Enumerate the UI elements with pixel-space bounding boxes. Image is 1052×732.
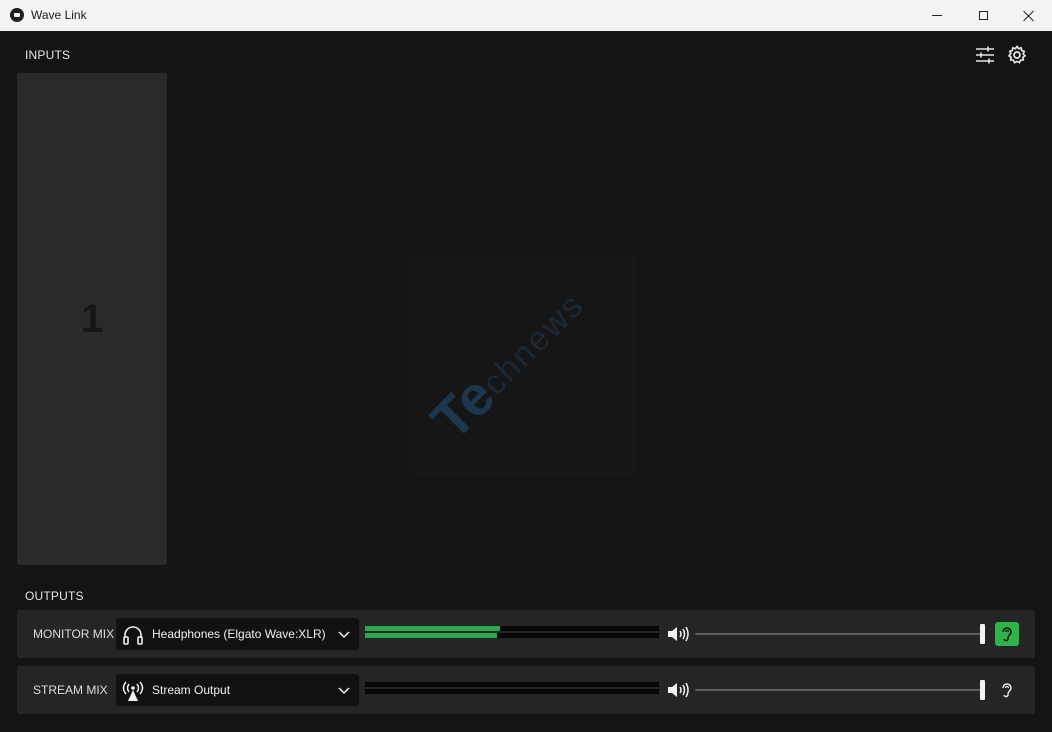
- wave-link-logo-icon: [10, 8, 24, 22]
- monitor-volume-track[interactable]: [695, 633, 985, 635]
- monitor-device-dropdown[interactable]: Headphones (Elgato Wave:XLR): [116, 618, 359, 650]
- stream-listen-toggle[interactable]: [995, 678, 1019, 702]
- stream-volume-track[interactable]: [695, 689, 985, 691]
- monitor-meter-right-fill: [365, 633, 498, 638]
- monitor-mix-row: MONITOR MIX Headphones (Elgato Wave:XLR): [17, 610, 1035, 658]
- speaker-volume-icon[interactable]: [666, 680, 690, 700]
- monitor-meter-left: [365, 626, 659, 631]
- gear-icon[interactable]: [1006, 44, 1028, 66]
- close-button[interactable]: [1006, 0, 1052, 31]
- stream-device-dropdown[interactable]: Stream Output: [116, 674, 359, 706]
- inputs-heading: INPUTS: [25, 48, 71, 62]
- stream-volume-thumb[interactable]: [980, 680, 985, 700]
- chevron-down-icon: [338, 631, 350, 639]
- stream-meter-right: [365, 689, 659, 694]
- monitor-listen-toggle[interactable]: [995, 622, 1019, 646]
- window-title: Wave Link: [31, 8, 87, 22]
- stream-mix-row: STREAM MIX Stream Output: [17, 666, 1035, 714]
- minimize-icon: [932, 15, 942, 16]
- stream-device-name: Stream Output: [152, 683, 231, 697]
- maximize-icon: [978, 11, 988, 20]
- monitor-volume-thumb[interactable]: [980, 624, 985, 644]
- ear-icon: [1002, 627, 1012, 642]
- stream-mix-label: STREAM MIX: [33, 683, 108, 697]
- broadcast-icon: [122, 681, 144, 701]
- monitor-device-name: Headphones (Elgato Wave:XLR): [152, 627, 326, 641]
- maximize-button[interactable]: [960, 0, 1006, 31]
- monitor-meter-left-fill: [365, 626, 501, 631]
- mixer-settings-icon[interactable]: [974, 44, 996, 66]
- monitor-mix-label: MONITOR MIX: [33, 627, 115, 641]
- close-icon: [1023, 10, 1035, 22]
- outputs-heading: OUTPUTS: [25, 589, 84, 603]
- monitor-level-meter: [365, 626, 659, 640]
- chevron-down-icon: [338, 687, 350, 695]
- input-slot-number: 1: [80, 296, 104, 341]
- technews-watermark: chnews Te: [410, 255, 635, 475]
- minimize-button[interactable]: [914, 0, 960, 31]
- stream-meter-left: [365, 682, 659, 687]
- ear-icon: [1002, 683, 1012, 698]
- headphones-icon: [123, 626, 143, 645]
- top-toolbar: [974, 44, 1028, 66]
- title-bar: Wave Link: [0, 0, 1052, 31]
- input-channel-slot[interactable]: 1: [17, 73, 167, 565]
- speaker-volume-icon[interactable]: [666, 624, 690, 644]
- monitor-meter-right: [365, 633, 659, 638]
- stream-level-meter: [365, 682, 659, 696]
